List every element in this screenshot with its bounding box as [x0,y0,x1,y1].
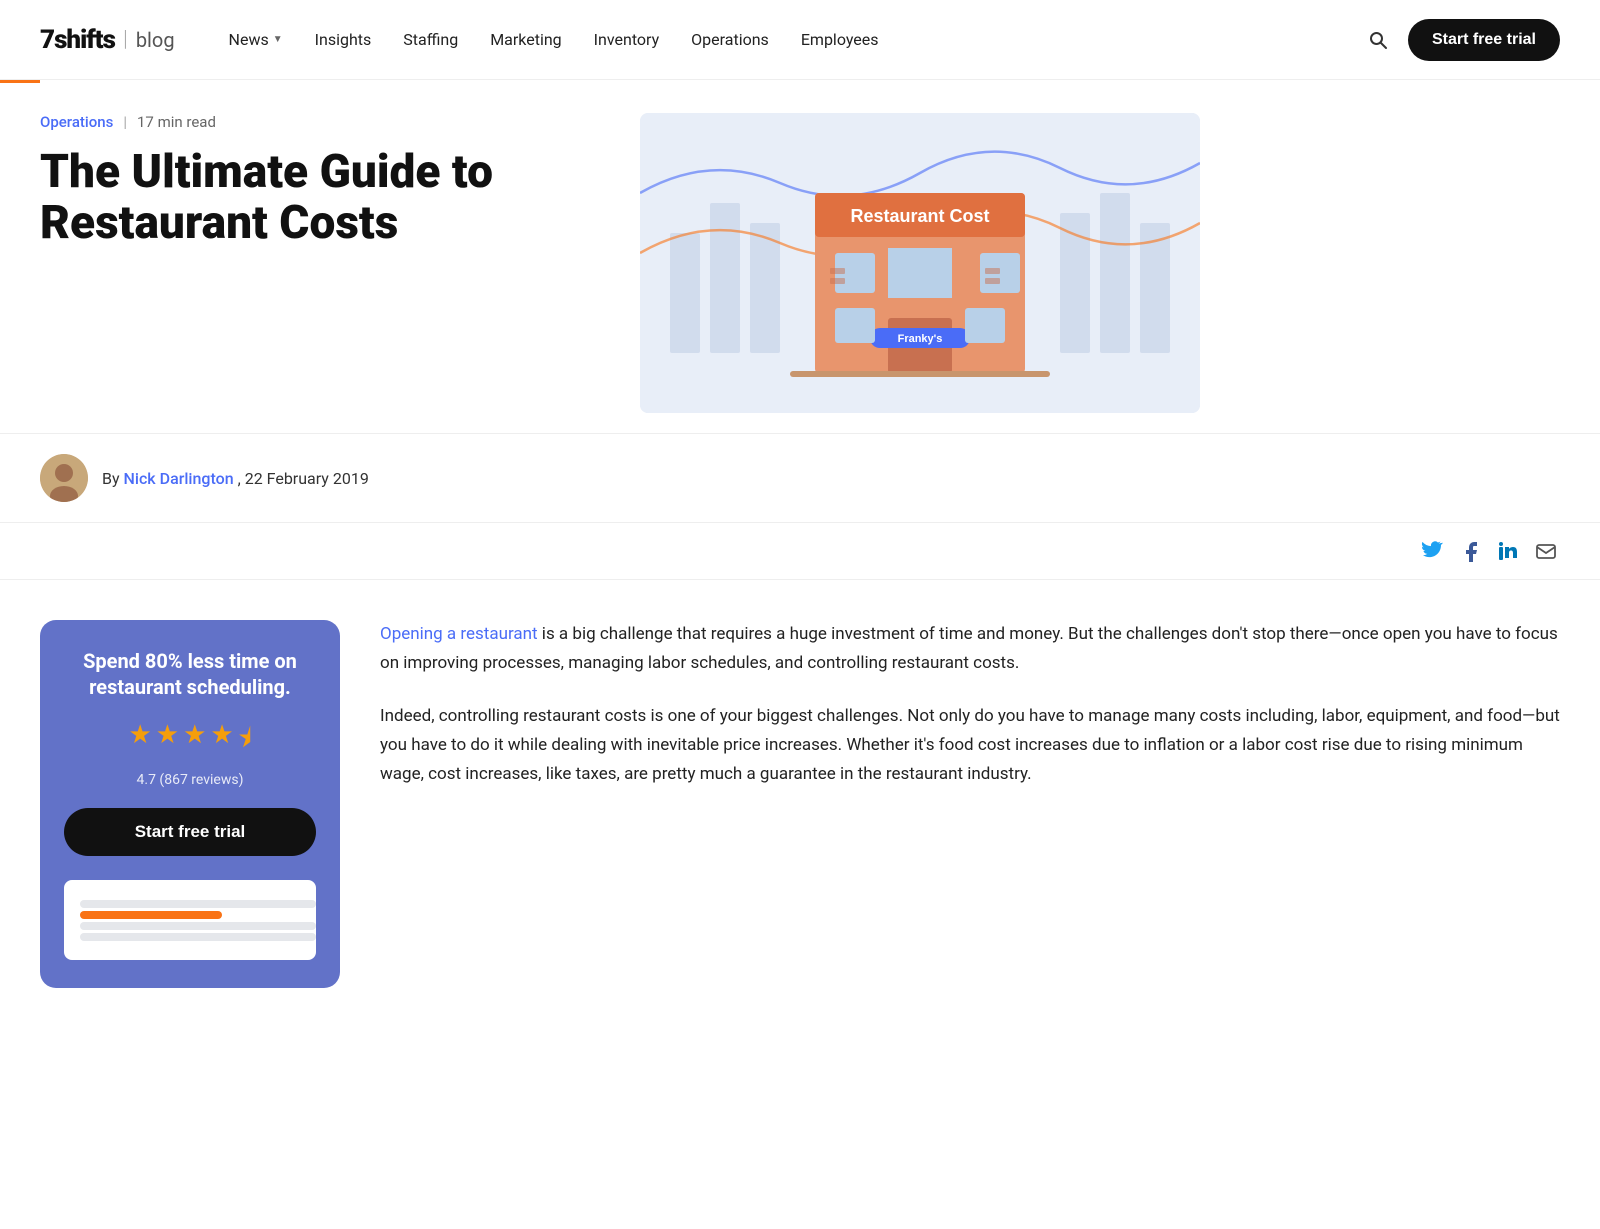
nav-label-marketing: Marketing [490,30,561,49]
app-preview-bar-1 [80,900,316,908]
author-row: By Nick Darlington , 22 February 2019 [0,434,1600,523]
article-meta: Operations | 17 min read [40,113,600,131]
app-preview-bar-3 [80,922,316,930]
app-preview-bar-2 [80,911,222,919]
app-preview [64,880,316,960]
nav-label-news: News [229,30,269,49]
author-date: , 22 February 2019 [238,469,369,488]
article-header: Operations | 17 min read The Ultimate Gu… [0,83,1600,434]
nav-item-news[interactable]: News ▼ [215,22,297,57]
sidebar-cta: Spend 80% less time on restaurant schedu… [40,620,340,988]
article-body: Opening a restaurant is a big challenge … [380,620,1560,812]
search-icon[interactable] [1360,22,1396,58]
svg-text:Restaurant Cost: Restaurant Cost [850,206,989,226]
nav-item-operations[interactable]: Operations [677,22,783,57]
article-title-line2: Restaurant Costs [40,196,398,250]
stars-row: ★ ★ ★ ★ ⯨ [64,720,316,764]
nav-label-insights: Insights [315,30,372,49]
article-header-left: Operations | 17 min read The Ultimate Gu… [40,113,600,268]
news-dropdown-icon: ▼ [273,34,283,45]
meta-separator: | [123,113,127,131]
sidebar-cta-button[interactable]: Start free trial [64,808,316,856]
article-title: The Ultimate Guide to Restaurant Costs [40,147,600,248]
content-section: Spend 80% less time on restaurant schedu… [0,580,1600,1028]
nav-item-insights[interactable]: Insights [301,22,386,57]
nav-label-employees: Employees [801,30,879,49]
article-category[interactable]: Operations [40,113,113,131]
app-preview-bar-4 [80,933,316,941]
nav-label-operations: Operations [691,30,769,49]
header-cta-button[interactable]: Start free trial [1408,19,1560,61]
author-prefix: By [102,469,120,488]
facebook-share-icon[interactable] [1456,537,1484,565]
paragraph-1-text: is a big challenge that requires a huge … [380,624,1558,673]
article-paragraph-2: Indeed, controlling restaurant costs is … [380,702,1560,789]
opening-restaurant-link[interactable]: Opening a restaurant [380,624,538,644]
nav-item-employees[interactable]: Employees [787,22,893,57]
article-title-line1: The Ultimate Guide to [40,145,493,199]
email-share-icon[interactable] [1532,537,1560,565]
header-right: Start free trial [1360,19,1560,61]
nav-item-inventory[interactable]: Inventory [580,22,674,57]
sidebar-cta-title: Spend 80% less time on restaurant schedu… [64,648,316,700]
logo[interactable]: 7shifts | blog [40,25,175,55]
main-nav: News ▼ Insights Staffing Marketing Inven… [215,22,1360,57]
author-avatar [40,454,88,502]
nav-item-staffing[interactable]: Staffing [389,22,472,57]
reviews-text: 4.7 (867 reviews) [64,772,316,788]
article-paragraph-1: Opening a restaurant is a big challenge … [380,620,1560,678]
star-5: ⯨ [238,720,252,764]
hero-illustration: Restaurant Cost Franky's [640,113,1200,413]
logo-text: 7shifts [40,25,115,55]
star-2: ★ [156,720,179,764]
logo-blog: blog [136,28,175,52]
author-info: By Nick Darlington , 22 February 2019 [102,469,369,488]
linkedin-share-icon[interactable] [1494,537,1522,565]
logo-divider: | [123,27,128,52]
article-hero-image: Restaurant Cost Franky's [640,113,1200,413]
author-name[interactable]: Nick Darlington [124,469,234,488]
site-header: 7shifts | blog News ▼ Insights Staffing … [0,0,1600,80]
article-read-time: 17 min read [137,113,216,131]
svg-text:Franky's: Franky's [898,333,943,345]
nav-label-inventory: Inventory [594,30,660,49]
social-share [0,523,1600,580]
twitter-share-icon[interactable] [1418,537,1446,565]
nav-item-marketing[interactable]: Marketing [476,22,575,57]
app-preview-inner [64,889,316,952]
star-1: ★ [128,720,151,764]
nav-label-staffing: Staffing [403,30,458,49]
star-4: ★ [210,720,233,764]
star-3: ★ [183,720,206,764]
